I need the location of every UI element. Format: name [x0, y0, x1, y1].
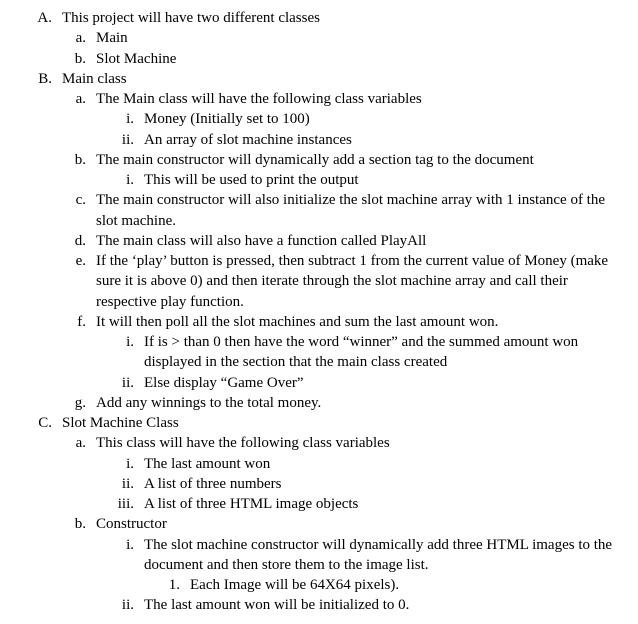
item-marker: A.: [30, 8, 62, 28]
item-text: Main class: [62, 69, 626, 89]
item-text: This will be used to print the output: [144, 170, 626, 190]
outline-item: b.Constructor: [66, 514, 626, 534]
item-text: Slot Machine: [96, 49, 626, 69]
item-text: Add any winnings to the total money.: [96, 393, 626, 413]
item-text: Money (Initially set to 100): [144, 109, 626, 129]
outline-container: A.This project will have two different c…: [30, 8, 626, 616]
outline-item: iii.A list of three HTML image objects: [110, 494, 626, 514]
item-marker: i.: [110, 454, 144, 474]
item-marker: e.: [66, 251, 96, 312]
outline-item: ii.Else display “Game Over”: [110, 373, 626, 393]
outline-item: d.The main class will also have a functi…: [66, 231, 626, 251]
item-text: Each Image will be 64X64 pixels).: [190, 575, 626, 595]
item-marker: ii.: [110, 373, 144, 393]
item-text: This project will have two different cla…: [62, 8, 626, 28]
item-marker: f.: [66, 312, 96, 332]
item-marker: b.: [66, 49, 96, 69]
outline-item: a.The Main class will have the following…: [66, 89, 626, 109]
outline-item: b.The main constructor will dynamically …: [66, 150, 626, 170]
item-text: It will then poll all the slot machines …: [96, 312, 626, 332]
outline-item: C.Slot Machine Class: [30, 413, 626, 433]
item-marker: a.: [66, 28, 96, 48]
outline-item: f.It will then poll all the slot machine…: [66, 312, 626, 332]
outline-item: g.Add any winnings to the total money.: [66, 393, 626, 413]
item-text: The last amount won: [144, 454, 626, 474]
item-marker: 1.: [160, 575, 190, 595]
item-marker: i.: [110, 332, 144, 373]
item-text: The last amount won will be initialized …: [144, 595, 626, 615]
outline-item: i.If is > than 0 then have the word “win…: [110, 332, 626, 373]
outline-item: 1.Each Image will be 64X64 pixels).: [160, 575, 626, 595]
item-marker: i.: [110, 170, 144, 190]
item-text: The main constructor will also initializ…: [96, 190, 626, 231]
outline-item: a.This class will have the following cla…: [66, 433, 626, 453]
outline-item: b.Slot Machine: [66, 49, 626, 69]
item-text: If the ‘play’ button is pressed, then su…: [96, 251, 626, 312]
item-text: Else display “Game Over”: [144, 373, 626, 393]
item-marker: b.: [66, 514, 96, 534]
item-text: The main constructor will dynamically ad…: [96, 150, 626, 170]
item-marker: B.: [30, 69, 62, 89]
item-marker: ii.: [110, 595, 144, 615]
item-marker: d.: [66, 231, 96, 251]
item-marker: a.: [66, 433, 96, 453]
item-text: A list of three numbers: [144, 474, 626, 494]
item-text: The main class will also have a function…: [96, 231, 626, 251]
item-marker: C.: [30, 413, 62, 433]
item-text: Constructor: [96, 514, 626, 534]
item-marker: b.: [66, 150, 96, 170]
item-marker: ii.: [110, 474, 144, 494]
outline-item: e.If the ‘play’ button is pressed, then …: [66, 251, 626, 312]
item-marker: ii.: [110, 130, 144, 150]
item-marker: iii.: [110, 494, 144, 514]
outline-item: ii.A list of three numbers: [110, 474, 626, 494]
item-text: Main: [96, 28, 626, 48]
item-marker: c.: [66, 190, 96, 231]
outline-item: B.Main class: [30, 69, 626, 89]
outline-item: ii.An array of slot machine instances: [110, 130, 626, 150]
item-text: The slot machine constructor will dynami…: [144, 535, 626, 576]
outline-item: i.The last amount won: [110, 454, 626, 474]
item-text: An array of slot machine instances: [144, 130, 626, 150]
outline-item: i.This will be used to print the output: [110, 170, 626, 190]
item-marker: g.: [66, 393, 96, 413]
outline-item: i.Money (Initially set to 100): [110, 109, 626, 129]
item-text: Slot Machine Class: [62, 413, 626, 433]
item-marker: i.: [110, 535, 144, 576]
item-text: If is > than 0 then have the word “winne…: [144, 332, 626, 373]
item-marker: i.: [110, 109, 144, 129]
outline-item: ii.The last amount won will be initializ…: [110, 595, 626, 615]
outline-item: A.This project will have two different c…: [30, 8, 626, 28]
item-marker: a.: [66, 89, 96, 109]
item-text: A list of three HTML image objects: [144, 494, 626, 514]
item-text: The Main class will have the following c…: [96, 89, 626, 109]
outline-item: c.The main constructor will also initial…: [66, 190, 626, 231]
item-text: This class will have the following class…: [96, 433, 626, 453]
outline-item: i.The slot machine constructor will dyna…: [110, 535, 626, 576]
outline-item: a.Main: [66, 28, 626, 48]
